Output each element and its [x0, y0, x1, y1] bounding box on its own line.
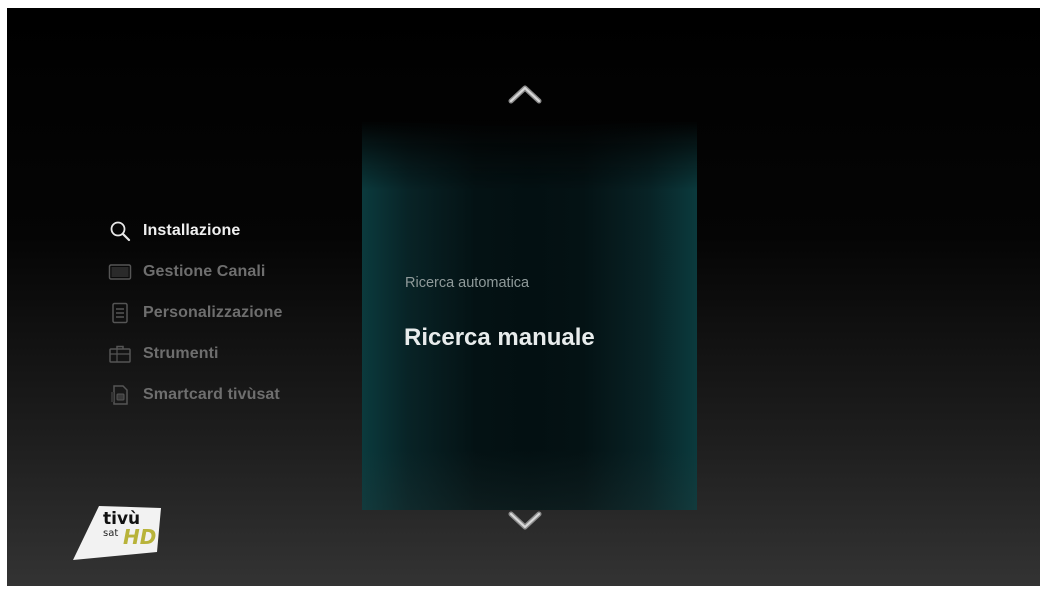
- menu-item-smartcard[interactable]: Smartcard tivùsat: [107, 374, 347, 415]
- tivusat-hd-logo: tivù sat HD: [69, 504, 174, 564]
- main-menu: Installazione Gestione Canali Personaliz…: [107, 210, 347, 415]
- tv-icon: [107, 261, 133, 283]
- tv-screen: Installazione Gestione Canali Personaliz…: [7, 8, 1040, 586]
- menu-item-label: Personalizzazione: [143, 303, 283, 321]
- option-ricerca-automatica[interactable]: Ricerca automatica: [405, 275, 529, 291]
- menu-item-installazione[interactable]: Installazione: [107, 210, 347, 251]
- chevron-up-icon[interactable]: [507, 82, 543, 106]
- option-ricerca-manuale[interactable]: Ricerca manuale: [404, 324, 595, 352]
- menu-item-label: Smartcard tivùsat: [143, 385, 280, 403]
- menu-item-personalizzazione[interactable]: Personalizzazione: [107, 292, 347, 333]
- menu-item-gestione-canali[interactable]: Gestione Canali: [107, 251, 347, 292]
- logo-hd-badge: HD: [123, 525, 157, 549]
- settings-panel-icon: [107, 302, 133, 324]
- search-icon: [107, 220, 133, 242]
- menu-item-label: Strumenti: [143, 344, 219, 362]
- smartcard-icon: [107, 384, 133, 406]
- menu-item-strumenti[interactable]: Strumenti: [107, 333, 347, 374]
- toolbox-icon: [107, 343, 133, 365]
- chevron-down-icon[interactable]: [507, 508, 543, 532]
- menu-item-label: Installazione: [143, 221, 241, 239]
- logo-sub: sat: [103, 528, 119, 539]
- menu-item-label: Gestione Canali: [143, 262, 266, 280]
- submenu-panel: [362, 120, 697, 510]
